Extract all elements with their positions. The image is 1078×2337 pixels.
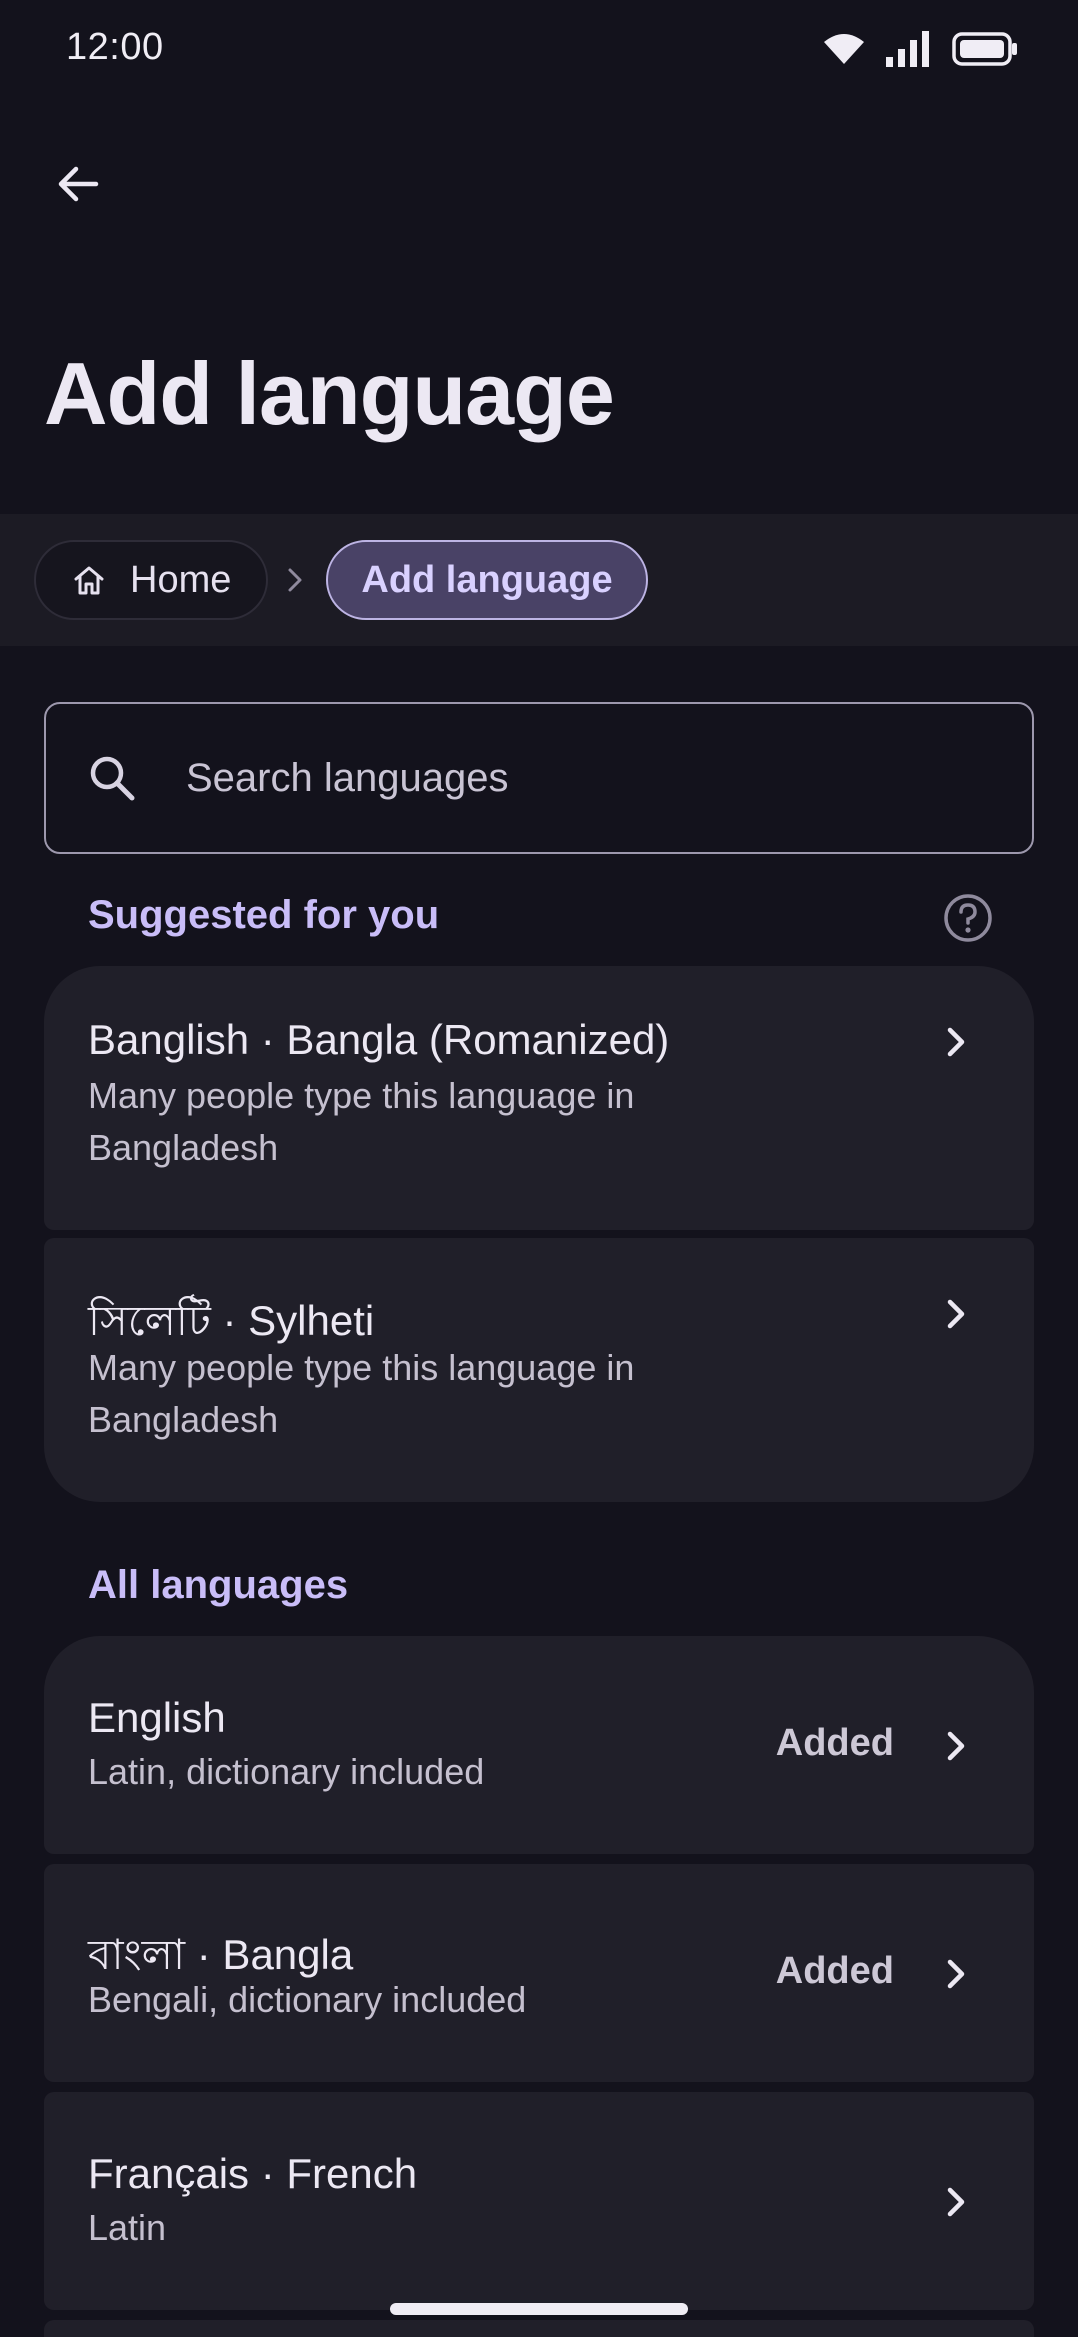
home-icon <box>74 566 104 595</box>
status-bar: 12:00 <box>0 0 1078 96</box>
help-circle-icon[interactable] <box>942 892 994 944</box>
wifi-icon <box>824 34 864 64</box>
arrow-back-icon <box>58 166 99 202</box>
back-button[interactable] <box>40 146 116 222</box>
breadcrumb-home-label: Home <box>130 558 232 601</box>
language-title: Banglish · Bangla (Romanized) <box>88 1016 670 1063</box>
page-title: Add language <box>44 344 615 443</box>
suggested-header: Suggested for you <box>88 893 440 937</box>
added-status: Added <box>775 1950 894 1992</box>
language-item-english[interactable]: English Latin, dictionary included Added <box>44 1636 1034 1854</box>
language-subtitle: Many people type this language in Bangla… <box>88 1075 635 1168</box>
status-time: 12:00 <box>66 26 164 68</box>
language-title: Français · French <box>88 2150 418 2197</box>
battery-icon <box>952 32 1017 66</box>
language-item-next[interactable] <box>44 2320 1034 2337</box>
chevron-right-icon <box>947 1731 965 1761</box>
breadcrumb: Home Add language <box>0 514 1078 646</box>
language-subtitle: Many people type this language in Bangla… <box>88 1347 635 1440</box>
language-subtitle: Bengali, dictionary included <box>88 1979 527 2020</box>
breadcrumb-home[interactable]: Home <box>34 540 268 620</box>
signal-icon <box>886 31 929 67</box>
language-subtitle: Latin <box>88 2207 167 2248</box>
chevron-right-icon <box>947 2187 965 2217</box>
suggested-item-banglish[interactable]: Banglish · Bangla (Romanized) Many peopl… <box>44 966 1034 1230</box>
breadcrumb-current-label: Add language <box>361 558 613 601</box>
search-icon <box>90 756 135 801</box>
status-icons <box>824 28 1018 70</box>
language-title: English <box>88 1694 226 1741</box>
language-subtitle: Latin, dictionary included <box>88 1751 485 1792</box>
chevron-right-icon <box>288 568 302 592</box>
language-item-bangla[interactable]: বাংলা · Bangla Bengali, dictionary inclu… <box>44 1864 1034 2082</box>
search-field[interactable] <box>44 702 1034 854</box>
chevron-right-icon <box>947 1027 965 1057</box>
suggested-item-sylheti[interactable]: সিলেটি · Sylheti Many people type this l… <box>44 1238 1034 1502</box>
search-input[interactable] <box>186 755 946 801</box>
add-language-screen: 12:00 Add language Home Add language Sea… <box>0 0 1078 2337</box>
language-item-french[interactable]: Français · French Latin <box>44 2092 1034 2310</box>
chevron-right-icon <box>947 1299 965 1329</box>
added-status: Added <box>775 1722 894 1764</box>
breadcrumb-current[interactable]: Add language <box>326 540 648 620</box>
chevron-right-icon <box>947 1959 965 1989</box>
home-indicator[interactable] <box>390 2303 688 2315</box>
all-languages-header: All languages <box>88 1563 349 1607</box>
